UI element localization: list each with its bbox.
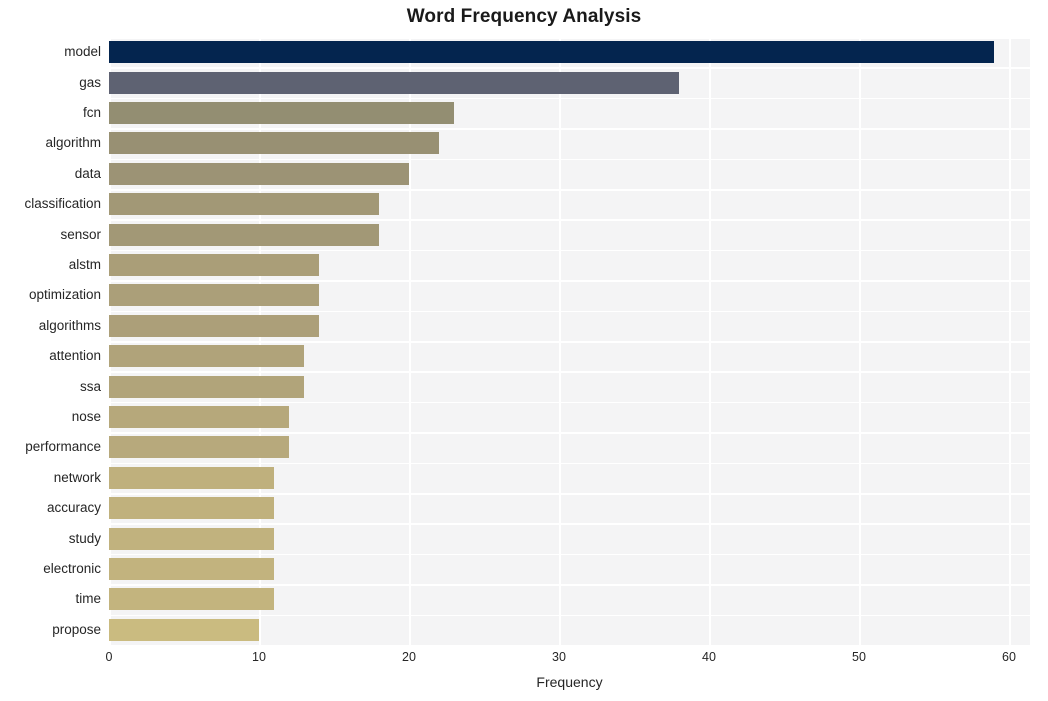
bar <box>109 223 379 246</box>
x-tick-label: 0 <box>105 650 113 664</box>
x-tick-label: 20 <box>402 650 416 664</box>
y-tick-label: sensor <box>60 226 101 242</box>
y-tick-label: model <box>64 44 101 60</box>
bar <box>109 284 319 307</box>
y-tick-label: propose <box>52 621 101 637</box>
chart-figure: Word Frequency Analysis model gas fcn algor… <box>0 0 1048 701</box>
x-tick-label: 60 <box>1002 650 1016 664</box>
gridline-horizontal <box>109 614 1030 617</box>
gridline-horizontal <box>109 97 1030 100</box>
bar <box>109 132 439 155</box>
y-tick-label: algorithms <box>38 317 101 333</box>
bar <box>109 314 319 337</box>
bar <box>109 71 679 94</box>
gridline-horizontal <box>109 128 1030 130</box>
gridline-horizontal <box>109 67 1030 69</box>
bar <box>109 466 274 489</box>
bar <box>109 618 259 641</box>
gridline-horizontal <box>109 432 1030 434</box>
gridline-horizontal <box>109 280 1030 282</box>
y-axis-tick-labels: model gas fcn algorithm data classification se… <box>0 37 101 645</box>
gridline-horizontal <box>109 341 1030 343</box>
gridline-horizontal <box>109 158 1030 161</box>
y-tick-label: alstm <box>68 257 101 272</box>
x-tick-label: 50 <box>852 650 866 664</box>
y-tick-label: algorithm <box>45 135 101 151</box>
gridline-horizontal <box>109 37 1030 39</box>
y-tick-label: performance <box>25 439 101 455</box>
y-tick-label: network <box>53 469 101 485</box>
gridline-horizontal <box>109 523 1030 525</box>
plot-area <box>109 37 1030 647</box>
x-tick-label: 30 <box>552 650 566 664</box>
y-tick-label: time <box>75 591 101 607</box>
y-tick-label: attention <box>49 348 101 364</box>
x-tick-label: 40 <box>702 650 716 664</box>
gridline-horizontal <box>109 462 1030 465</box>
gridline-horizontal <box>109 310 1030 313</box>
gridline-horizontal <box>109 249 1030 252</box>
bar <box>109 254 319 276</box>
gridline-horizontal <box>109 645 1030 647</box>
gridline-horizontal <box>109 584 1030 586</box>
y-tick-label: optimization <box>28 287 101 303</box>
bar <box>109 527 274 550</box>
bar <box>109 41 994 64</box>
y-tick-label: nose <box>71 409 101 424</box>
y-tick-label: classification <box>24 196 101 212</box>
y-tick-label: ssa <box>79 378 101 394</box>
y-tick-label: fcn <box>82 105 101 120</box>
bar <box>109 436 289 459</box>
x-axis-label: Frequency <box>536 674 603 690</box>
bar <box>109 102 454 124</box>
gridline-horizontal <box>109 219 1030 221</box>
y-tick-label: accuracy <box>46 500 101 516</box>
x-tick-label: 10 <box>252 650 266 664</box>
y-tick-label: data <box>74 165 101 181</box>
gridline-horizontal <box>109 553 1030 556</box>
y-tick-label: electronic <box>43 561 101 576</box>
gridline-horizontal <box>109 493 1030 495</box>
bar <box>109 406 289 428</box>
y-tick-label: gas <box>79 74 101 90</box>
bar <box>109 588 274 611</box>
bar <box>109 558 274 580</box>
bar <box>109 162 409 185</box>
gridline-horizontal <box>109 371 1030 373</box>
gridline-horizontal <box>109 189 1030 191</box>
chart-title: Word Frequency Analysis <box>406 6 642 27</box>
y-tick-label: study <box>68 530 101 546</box>
bar <box>109 497 274 520</box>
bar <box>109 193 379 216</box>
bar <box>109 375 304 398</box>
bar <box>109 345 304 368</box>
gridline-horizontal <box>109 401 1030 404</box>
